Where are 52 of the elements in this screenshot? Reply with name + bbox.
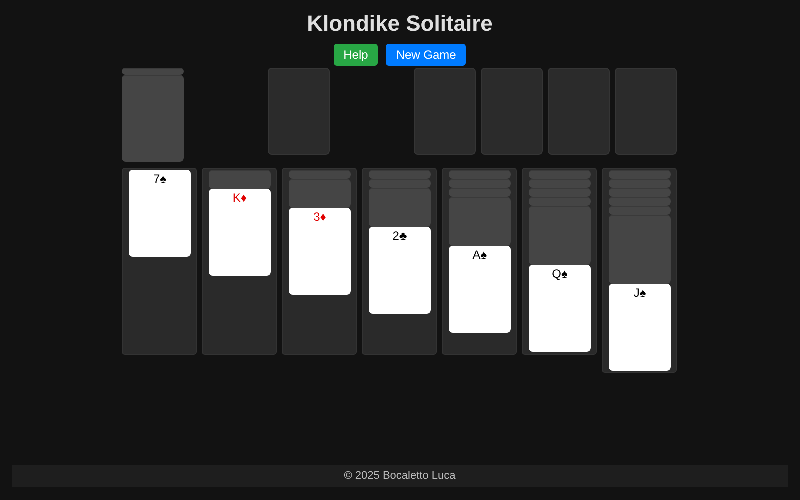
playing-card[interactable]: 3♦ [289, 208, 351, 295]
card-back[interactable] [122, 68, 184, 75]
card-back[interactable] [529, 170, 591, 179]
card-rank: Q♠ [552, 267, 568, 281]
foundation-slot[interactable] [615, 68, 677, 155]
card-back[interactable] [609, 215, 671, 284]
playing-card[interactable]: A♠ [449, 246, 511, 333]
card-rank: 3♦ [314, 210, 326, 224]
card-back[interactable] [609, 170, 671, 179]
card-rank: K♦ [232, 191, 248, 205]
card-rank: 2♣ [392, 229, 408, 243]
card-back[interactable] [209, 170, 271, 189]
playing-card[interactable]: J♠ [609, 284, 671, 371]
tableau-column[interactable]: 3♦ [282, 168, 357, 355]
card-back[interactable] [289, 170, 351, 179]
playing-card[interactable]: Q♠ [529, 265, 591, 352]
foundation-slot[interactable] [481, 68, 543, 155]
card-rank: A♠ [472, 248, 488, 262]
tableau-column[interactable]: K♦ [202, 168, 277, 355]
page-title: Klondike Solitaire [307, 10, 493, 38]
card-back[interactable] [449, 188, 511, 197]
card-back[interactable] [289, 179, 351, 208]
card-back[interactable] [609, 179, 671, 188]
card-back[interactable] [122, 75, 184, 162]
waste-slot[interactable] [268, 68, 330, 155]
card-back[interactable] [529, 197, 591, 206]
card-back[interactable] [369, 188, 431, 227]
copyright-text: © 2025 Bocaletto Luca [344, 468, 456, 484]
card-back[interactable] [449, 197, 511, 246]
card-back[interactable] [449, 179, 511, 188]
foundation-slot[interactable] [414, 68, 476, 155]
tableau-column[interactable]: A♠ [442, 168, 517, 355]
tableau-column[interactable]: J♠ [602, 168, 677, 373]
tableau-column[interactable]: 7♠ [122, 168, 197, 355]
card-back[interactable] [449, 170, 511, 179]
card-back[interactable] [609, 206, 671, 215]
card-back[interactable] [529, 179, 591, 188]
playing-card[interactable]: 7♠ [129, 170, 191, 257]
playing-card[interactable]: 2♣ [369, 227, 431, 314]
card-back[interactable] [369, 179, 431, 188]
card-back[interactable] [529, 188, 591, 197]
tableau-column[interactable]: Q♠ [522, 168, 597, 355]
foundation-slot[interactable] [548, 68, 610, 155]
card-rank: J♠ [634, 286, 646, 300]
tableau-column[interactable]: 2♣ [362, 168, 437, 355]
playing-card[interactable]: K♦ [209, 189, 271, 276]
card-back[interactable] [529, 206, 591, 265]
card-back[interactable] [609, 197, 671, 206]
card-back[interactable] [609, 188, 671, 197]
card-back[interactable] [369, 170, 431, 179]
card-rank: 7♠ [153, 172, 167, 186]
new-game-button[interactable]: New Game [386, 44, 466, 66]
